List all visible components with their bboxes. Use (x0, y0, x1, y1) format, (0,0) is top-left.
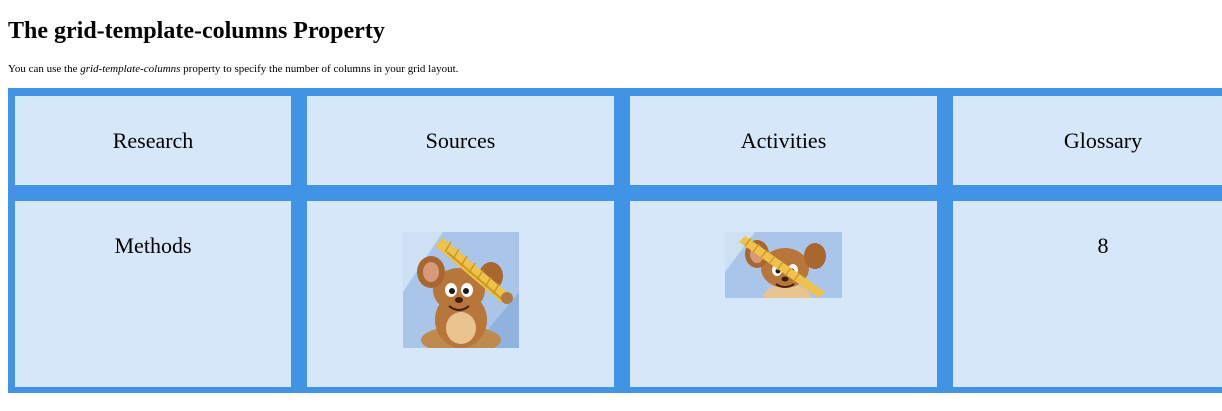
grid-item-label: Activities (740, 128, 827, 153)
grid-item-label: Methods (114, 233, 192, 258)
intro-property-name: grid-template-columns (80, 63, 181, 75)
grid-item-activities: Activities (630, 96, 937, 185)
grid-item-image-wide (630, 201, 937, 387)
grid-item-label: Sources (425, 128, 496, 153)
grid-item-research: Research (15, 96, 291, 185)
cartoon-mouse-image (725, 232, 842, 298)
grid-item-label: Glossary (1063, 128, 1143, 153)
grid-item-image-tall (307, 201, 614, 387)
intro-text-start: You can use the (8, 63, 81, 75)
intro-text-end: property to specify the number of column… (180, 63, 459, 75)
grid-item-glossary: Glossary (953, 96, 1222, 185)
intro-paragraph: You can use the grid-template-columns pr… (8, 61, 458, 77)
grid-item-sources: Sources (307, 96, 614, 185)
grid-item-label: 8 (1097, 233, 1109, 258)
page-title: The grid-template-columns Property (8, 18, 385, 44)
grid-item-eight: 8 (953, 201, 1222, 387)
grid-item-label: Research (112, 128, 194, 153)
cartoon-mouse-image (402, 232, 519, 348)
grid-item-methods: Methods (15, 201, 291, 387)
grid-container: Research Sources Activities Glossary Met… (8, 88, 1222, 393)
